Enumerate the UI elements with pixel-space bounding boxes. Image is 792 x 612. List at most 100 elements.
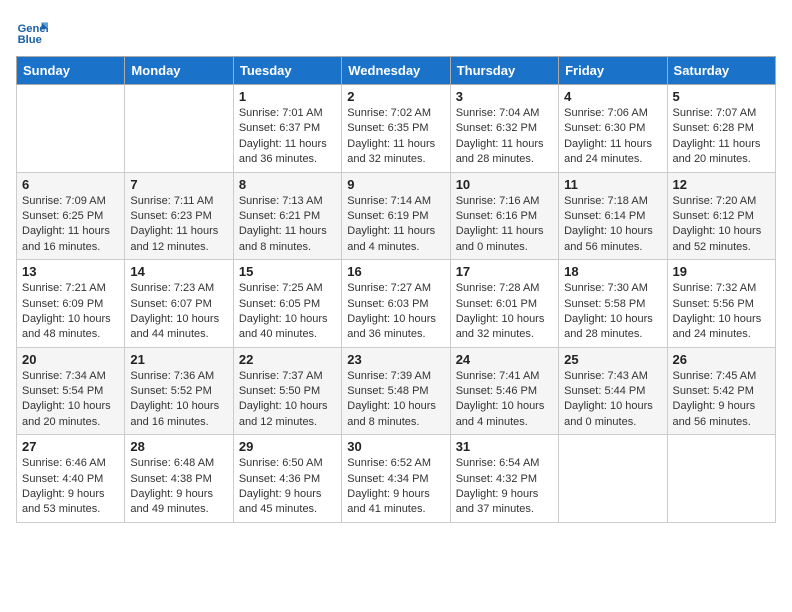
cell-text: Sunrise: 7:34 AM Sunset: 5:54 PM Dayligh… [22, 369, 119, 431]
cell-text: Sunrise: 7:25 AM Sunset: 6:05 PM Dayligh… [239, 281, 336, 343]
calendar-cell [559, 435, 667, 523]
calendar-cell [667, 435, 775, 523]
calendar-cell: 19 Sunrise: 7:32 AM Sunset: 5:56 PM Dayli… [667, 260, 775, 348]
calendar-cell [125, 85, 233, 173]
day-number: 25 [564, 352, 661, 367]
page-header: General Blue [16, 16, 776, 48]
day-number: 14 [130, 264, 227, 279]
cell-text: Sunrise: 7:39 AM Sunset: 5:48 PM Dayligh… [347, 369, 444, 431]
day-number: 11 [564, 177, 661, 192]
calendar-table: SundayMondayTuesdayWednesdayThursdayFrid… [16, 56, 776, 523]
cell-text: Sunrise: 7:36 AM Sunset: 5:52 PM Dayligh… [130, 369, 227, 431]
cell-text: Sunrise: 7:13 AM Sunset: 6:21 PM Dayligh… [239, 194, 336, 256]
calendar-week-row: 20 Sunrise: 7:34 AM Sunset: 5:54 PM Dayli… [17, 347, 776, 435]
day-number: 16 [347, 264, 444, 279]
cell-text: Sunrise: 7:30 AM Sunset: 5:58 PM Dayligh… [564, 281, 661, 343]
cell-text: Sunrise: 7:16 AM Sunset: 6:16 PM Dayligh… [456, 194, 553, 256]
cell-text: Sunrise: 7:20 AM Sunset: 6:12 PM Dayligh… [673, 194, 770, 256]
cell-text: Sunrise: 7:11 AM Sunset: 6:23 PM Dayligh… [130, 194, 227, 256]
calendar-cell: 29 Sunrise: 6:50 AM Sunset: 4:36 PM Dayli… [233, 435, 341, 523]
day-number: 4 [564, 89, 661, 104]
header-wednesday: Wednesday [342, 57, 450, 85]
cell-text: Sunrise: 6:52 AM Sunset: 4:34 PM Dayligh… [347, 456, 444, 518]
header-sunday: Sunday [17, 57, 125, 85]
day-number: 31 [456, 439, 553, 454]
day-number: 26 [673, 352, 770, 367]
calendar-cell: 16 Sunrise: 7:27 AM Sunset: 6:03 PM Dayli… [342, 260, 450, 348]
svg-text:Blue: Blue [18, 34, 42, 46]
day-number: 6 [22, 177, 119, 192]
cell-text: Sunrise: 7:01 AM Sunset: 6:37 PM Dayligh… [239, 106, 336, 168]
calendar-cell: 4 Sunrise: 7:06 AM Sunset: 6:30 PM Daylig… [559, 85, 667, 173]
calendar-cell: 5 Sunrise: 7:07 AM Sunset: 6:28 PM Daylig… [667, 85, 775, 173]
cell-text: Sunrise: 7:43 AM Sunset: 5:44 PM Dayligh… [564, 369, 661, 431]
header-thursday: Thursday [450, 57, 558, 85]
calendar-week-row: 13 Sunrise: 7:21 AM Sunset: 6:09 PM Dayli… [17, 260, 776, 348]
day-number: 10 [456, 177, 553, 192]
day-number: 22 [239, 352, 336, 367]
calendar-week-row: 1 Sunrise: 7:01 AM Sunset: 6:37 PM Daylig… [17, 85, 776, 173]
cell-text: Sunrise: 7:45 AM Sunset: 5:42 PM Dayligh… [673, 369, 770, 431]
cell-text: Sunrise: 7:18 AM Sunset: 6:14 PM Dayligh… [564, 194, 661, 256]
cell-text: Sunrise: 7:28 AM Sunset: 6:01 PM Dayligh… [456, 281, 553, 343]
day-number: 21 [130, 352, 227, 367]
calendar-week-row: 6 Sunrise: 7:09 AM Sunset: 6:25 PM Daylig… [17, 172, 776, 260]
calendar-cell: 6 Sunrise: 7:09 AM Sunset: 6:25 PM Daylig… [17, 172, 125, 260]
cell-text: Sunrise: 7:32 AM Sunset: 5:56 PM Dayligh… [673, 281, 770, 343]
calendar-cell: 2Sunrise: 7:02 AM Sunset: 6:35 PM Daylig… [342, 85, 450, 173]
day-number: 18 [564, 264, 661, 279]
cell-text: Sunrise: 7:14 AM Sunset: 6:19 PM Dayligh… [347, 194, 444, 256]
calendar-cell: 7 Sunrise: 7:11 AM Sunset: 6:23 PM Daylig… [125, 172, 233, 260]
day-number: 3 [456, 89, 553, 104]
calendar-cell: 12Sunrise: 7:20 AM Sunset: 6:12 PM Dayli… [667, 172, 775, 260]
logo: General Blue [16, 16, 52, 48]
calendar-cell: 11 Sunrise: 7:18 AM Sunset: 6:14 PM Dayli… [559, 172, 667, 260]
cell-text: Sunrise: 7:27 AM Sunset: 6:03 PM Dayligh… [347, 281, 444, 343]
calendar-cell: 23Sunrise: 7:39 AM Sunset: 5:48 PM Dayli… [342, 347, 450, 435]
logo-icon: General Blue [16, 16, 48, 48]
day-number: 27 [22, 439, 119, 454]
calendar-cell: 14 Sunrise: 7:23 AM Sunset: 6:07 PM Dayli… [125, 260, 233, 348]
day-number: 13 [22, 264, 119, 279]
calendar-cell: 15 Sunrise: 7:25 AM Sunset: 6:05 PM Dayli… [233, 260, 341, 348]
day-number: 1 [239, 89, 336, 104]
calendar-cell: 26 Sunrise: 7:45 AM Sunset: 5:42 PM Dayli… [667, 347, 775, 435]
cell-text: Sunrise: 6:46 AM Sunset: 4:40 PM Dayligh… [22, 456, 119, 518]
day-number: 5 [673, 89, 770, 104]
day-number: 8 [239, 177, 336, 192]
calendar-cell: 1 Sunrise: 7:01 AM Sunset: 6:37 PM Daylig… [233, 85, 341, 173]
calendar-cell: 3 Sunrise: 7:04 AM Sunset: 6:32 PM Daylig… [450, 85, 558, 173]
day-number: 24 [456, 352, 553, 367]
calendar-cell: 30 Sunrise: 6:52 AM Sunset: 4:34 PM Dayli… [342, 435, 450, 523]
calendar-cell: 9 Sunrise: 7:14 AM Sunset: 6:19 PM Daylig… [342, 172, 450, 260]
cell-text: Sunrise: 7:06 AM Sunset: 6:30 PM Dayligh… [564, 106, 661, 168]
day-number: 29 [239, 439, 336, 454]
calendar-cell: 21 Sunrise: 7:36 AM Sunset: 5:52 PM Dayli… [125, 347, 233, 435]
day-number: 20 [22, 352, 119, 367]
day-number: 9 [347, 177, 444, 192]
day-number: 15 [239, 264, 336, 279]
calendar-cell: 25 Sunrise: 7:43 AM Sunset: 5:44 PM Dayli… [559, 347, 667, 435]
day-number: 19 [673, 264, 770, 279]
day-number: 7 [130, 177, 227, 192]
cell-text: Sunrise: 7:23 AM Sunset: 6:07 PM Dayligh… [130, 281, 227, 343]
calendar-cell: 22Sunrise: 7:37 AM Sunset: 5:50 PM Dayli… [233, 347, 341, 435]
cell-text: Sunrise: 6:50 AM Sunset: 4:36 PM Dayligh… [239, 456, 336, 518]
calendar-cell: 13 Sunrise: 7:21 AM Sunset: 6:09 PM Dayli… [17, 260, 125, 348]
calendar-cell: 17 Sunrise: 7:28 AM Sunset: 6:01 PM Dayli… [450, 260, 558, 348]
cell-text: Sunrise: 7:09 AM Sunset: 6:25 PM Dayligh… [22, 194, 119, 256]
day-number: 17 [456, 264, 553, 279]
cell-text: Sunrise: 7:04 AM Sunset: 6:32 PM Dayligh… [456, 106, 553, 168]
header-friday: Friday [559, 57, 667, 85]
day-number: 2 [347, 89, 444, 104]
cell-text: Sunrise: 7:21 AM Sunset: 6:09 PM Dayligh… [22, 281, 119, 343]
header-monday: Monday [125, 57, 233, 85]
calendar-week-row: 27 Sunrise: 6:46 AM Sunset: 4:40 PM Dayli… [17, 435, 776, 523]
cell-text: Sunrise: 6:48 AM Sunset: 4:38 PM Dayligh… [130, 456, 227, 518]
calendar-header-row: SundayMondayTuesdayWednesdayThursdayFrid… [17, 57, 776, 85]
calendar-cell: 28Sunrise: 6:48 AM Sunset: 4:38 PM Dayli… [125, 435, 233, 523]
cell-text: Sunrise: 7:07 AM Sunset: 6:28 PM Dayligh… [673, 106, 770, 168]
calendar-cell: 10 Sunrise: 7:16 AM Sunset: 6:16 PM Dayli… [450, 172, 558, 260]
calendar-cell: 8 Sunrise: 7:13 AM Sunset: 6:21 PM Daylig… [233, 172, 341, 260]
day-number: 30 [347, 439, 444, 454]
